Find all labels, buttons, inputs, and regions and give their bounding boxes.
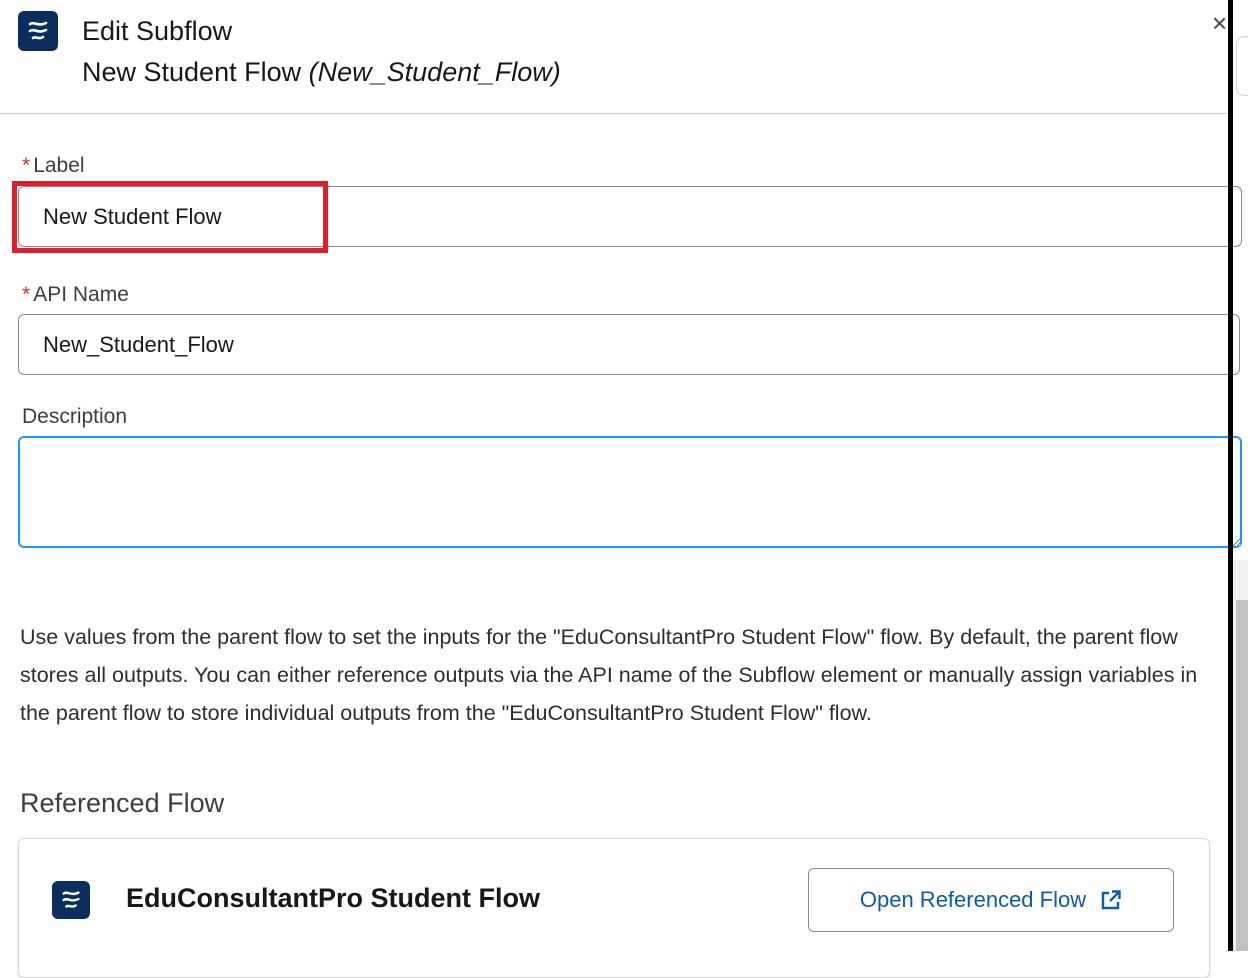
referenced-flow-heading: Referenced Flow	[20, 788, 225, 818]
open-referenced-flow-label: Open Referenced Flow	[859, 887, 1087, 912]
header-divider	[0, 113, 1228, 114]
subtitle-label: New Student Flow	[82, 57, 302, 87]
required-asterisk: *	[22, 283, 31, 306]
api-name-input[interactable]	[18, 314, 1240, 375]
external-link-icon	[1100, 889, 1122, 911]
modal-title: Edit Subflow	[82, 16, 233, 46]
subtitle-api-name: (New_Student_Flow)	[308, 57, 561, 87]
referenced-flow-name: EduConsultantPro Student Flow	[126, 883, 540, 913]
flow-icon	[52, 881, 90, 919]
info-text: Use values from the parent flow to set t…	[20, 625, 1198, 725]
open-referenced-flow-button[interactable]: Open Referenced Flow	[808, 868, 1174, 932]
description-textarea[interactable]	[18, 436, 1242, 548]
flow-icon	[18, 11, 58, 51]
description-field-label: Description	[22, 405, 128, 428]
required-asterisk: *	[22, 154, 31, 177]
close-icon[interactable]: ×	[1212, 10, 1227, 36]
label-input[interactable]	[18, 186, 1242, 247]
background-panel-edge	[1236, 36, 1248, 96]
api-name-field-label: * API Name	[22, 283, 129, 306]
label-field-label: * Label	[22, 154, 85, 177]
modal-subtitle: New Student Flow (New_Student_Flow)	[82, 57, 561, 88]
scrollbar-thumb[interactable]	[1236, 600, 1248, 951]
